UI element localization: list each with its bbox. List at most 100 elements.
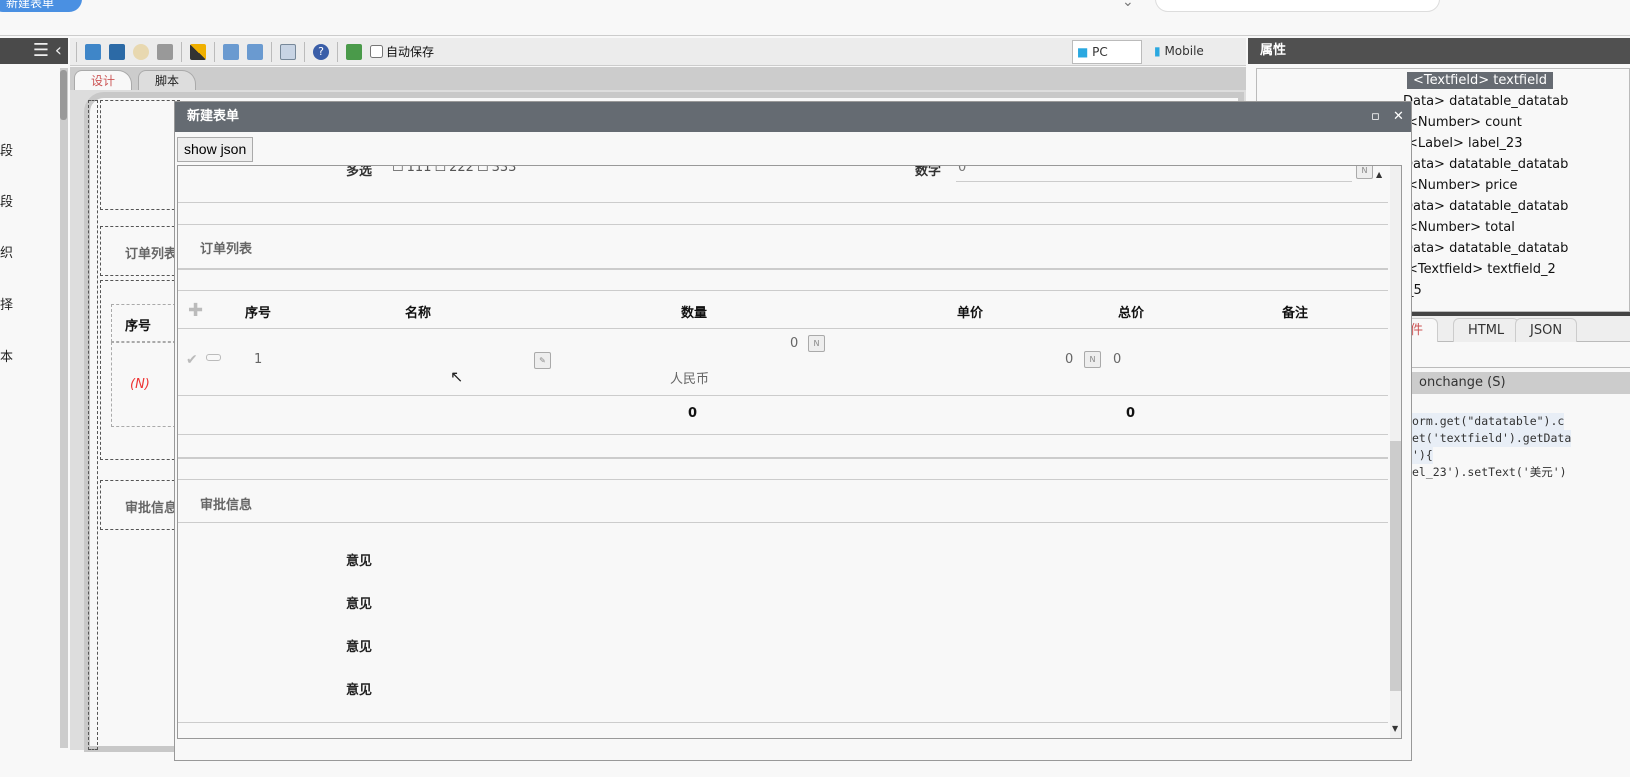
- autosave-label: 自动保存: [386, 45, 435, 59]
- preview-eye-icon[interactable]: [133, 43, 149, 60]
- tree-node[interactable]: Data> datatable_datatab: [1403, 94, 1568, 109]
- maximize-icon[interactable]: ▫: [1371, 102, 1380, 132]
- import-icon[interactable]: [223, 43, 239, 60]
- order-section-title: 订单列表: [125, 247, 178, 262]
- sidebar-item[interactable]: 择: [0, 294, 13, 313]
- divider: [337, 41, 338, 62]
- sidebar-item[interactable]: 织: [0, 242, 13, 261]
- design-section: 订单列表: [100, 226, 180, 276]
- show-json-button[interactable]: show json: [177, 137, 254, 162]
- divider: [304, 41, 305, 62]
- sidebar-scroll-thumb[interactable]: [60, 70, 67, 120]
- tab-design[interactable]: 设计: [74, 70, 133, 91]
- wand-icon[interactable]: [190, 43, 206, 60]
- opinion-label: 意见: [346, 597, 373, 612]
- multiselect-options: ☐ 111 ☐ 222 ☐ 333: [392, 165, 516, 175]
- number-icon: N: [1084, 351, 1101, 368]
- column-header: 名称: [404, 306, 432, 321]
- pc-label: PC: [1092, 45, 1108, 59]
- number-input[interactable]: 0: [956, 166, 1352, 182]
- mobile-view-button[interactable]: ▮ Mobile: [1154, 40, 1204, 62]
- number-icon: N: [1356, 166, 1373, 179]
- close-icon[interactable]: ✕: [1393, 102, 1404, 132]
- mobile-label: Mobile: [1164, 44, 1204, 58]
- tree-node[interactable]: <Label> label_23: [1407, 136, 1522, 151]
- column-header: 序号: [244, 306, 272, 321]
- sidebar-item[interactable]: 段: [0, 191, 13, 210]
- dialog-title: 新建表单: [175, 102, 1411, 132]
- save-icon[interactable]: [85, 43, 101, 60]
- scroll-up-icon[interactable]: ▲: [1376, 170, 1382, 179]
- sidebar-scrollbar[interactable]: [60, 68, 68, 748]
- price-value[interactable]: 0: [1065, 352, 1073, 367]
- column-header: 数量: [680, 306, 708, 321]
- remove-row-icon[interactable]: [206, 354, 221, 361]
- option-label: 111: [406, 165, 432, 175]
- layers-icon[interactable]: [346, 43, 362, 60]
- row-seq: 1: [254, 352, 263, 367]
- print-icon[interactable]: [157, 43, 173, 60]
- content-scroll-thumb[interactable]: [1390, 441, 1401, 691]
- tree-node[interactable]: <Textfield> textfield_2: [1407, 262, 1556, 277]
- code-line[interactable]: el_23').setText('美元'): [1412, 464, 1567, 481]
- tree-node[interactable]: <Number> price: [1407, 178, 1518, 193]
- chevron-down-icon[interactable]: ⌄: [1122, 0, 1134, 10]
- export-dropdown-icon[interactable]: [247, 43, 263, 60]
- number-icon: N: [808, 335, 825, 352]
- mouse-cursor-icon: ↖: [450, 367, 464, 386]
- opinion-label: 意见: [346, 640, 373, 655]
- edit-icon[interactable]: ✎: [534, 352, 551, 369]
- code-line[interactable]: '){: [1412, 447, 1433, 464]
- event-onchange[interactable]: onchange (S): [1412, 372, 1630, 394]
- form-border: [88, 100, 98, 750]
- code-line[interactable]: orm.get("datatable").c: [1412, 413, 1565, 430]
- new-form-dialog: 新建表单 ▫ ✕ show json 多选 ☐ 111 ☐ 222 ☐ 333 数字 …: [174, 101, 1412, 761]
- menu-icon[interactable]: ☰: [33, 40, 49, 61]
- tree-node[interactable]: <Number> total: [1407, 220, 1515, 235]
- toolbar: ? 自动保存: [70, 38, 1246, 66]
- option-checkbox[interactable]: ☐: [434, 166, 446, 175]
- option-checkbox[interactable]: ☐: [392, 166, 404, 175]
- qty-sum: 0: [688, 406, 698, 421]
- sidebar-item[interactable]: 段: [0, 140, 13, 159]
- search-input[interactable]: [1155, 0, 1440, 12]
- tab-html[interactable]: HTML: [1453, 318, 1520, 342]
- opinion-label: 意见: [346, 554, 373, 569]
- help-icon[interactable]: ?: [313, 43, 329, 60]
- tree-node[interactable]: <Number> count: [1407, 115, 1522, 130]
- column-header: 单价: [956, 306, 984, 321]
- autosave-checkbox[interactable]: 自动保存: [370, 43, 434, 60]
- property-input[interactable]: [1412, 346, 1630, 368]
- save-as-icon[interactable]: [109, 43, 125, 60]
- autosave-check[interactable]: [370, 45, 383, 58]
- divider: [214, 41, 215, 62]
- tree-node[interactable]: Data> datatable_datatab: [1403, 157, 1568, 172]
- tab-script[interactable]: 脚本: [138, 70, 197, 91]
- tree-node-selected[interactable]: <Textfield> textfield: [1407, 72, 1553, 89]
- pc-view-button[interactable]: ■ PC: [1072, 40, 1142, 64]
- design-section: 审批信息: [100, 480, 180, 530]
- total-value: 0: [1113, 352, 1122, 367]
- scroll-down-icon[interactable]: ▼: [1392, 724, 1398, 733]
- tree-node[interactable]: Data> datatable_datatab: [1403, 241, 1568, 256]
- seq-cell[interactable]: (N): [111, 342, 176, 427]
- approval-title: 审批信息: [200, 498, 253, 513]
- sidebar-item[interactable]: 本: [0, 346, 13, 365]
- code-line[interactable]: et('textfield').getData: [1412, 430, 1572, 447]
- option-checkbox[interactable]: ☐: [477, 166, 489, 175]
- form-preview: 多选 ☐ 111 ☐ 222 ☐ 333 数字 0 N ▲ 订单列表 ✚ 序号 名称 …: [177, 165, 1402, 739]
- confirm-row-icon[interactable]: ✔: [186, 352, 198, 368]
- column-header: 备注: [1281, 306, 1309, 321]
- qty-value[interactable]: 0: [790, 336, 798, 351]
- add-row-icon[interactable]: ✚: [188, 300, 203, 321]
- tree-node[interactable]: Data> datatable_datatab: [1403, 199, 1568, 214]
- collapse-icon[interactable]: ‹: [55, 40, 62, 61]
- divider: [76, 41, 77, 62]
- window-icon[interactable]: [280, 43, 296, 60]
- opinion-label: 意见: [346, 683, 373, 698]
- tab-json[interactable]: JSON: [1515, 318, 1578, 342]
- open-tab-new-form[interactable]: 新建表单: [0, 0, 83, 12]
- multiselect-label: 多选: [346, 165, 373, 179]
- total-sum: 0: [1126, 406, 1136, 421]
- seq-header-cell[interactable]: 序号: [111, 304, 176, 342]
